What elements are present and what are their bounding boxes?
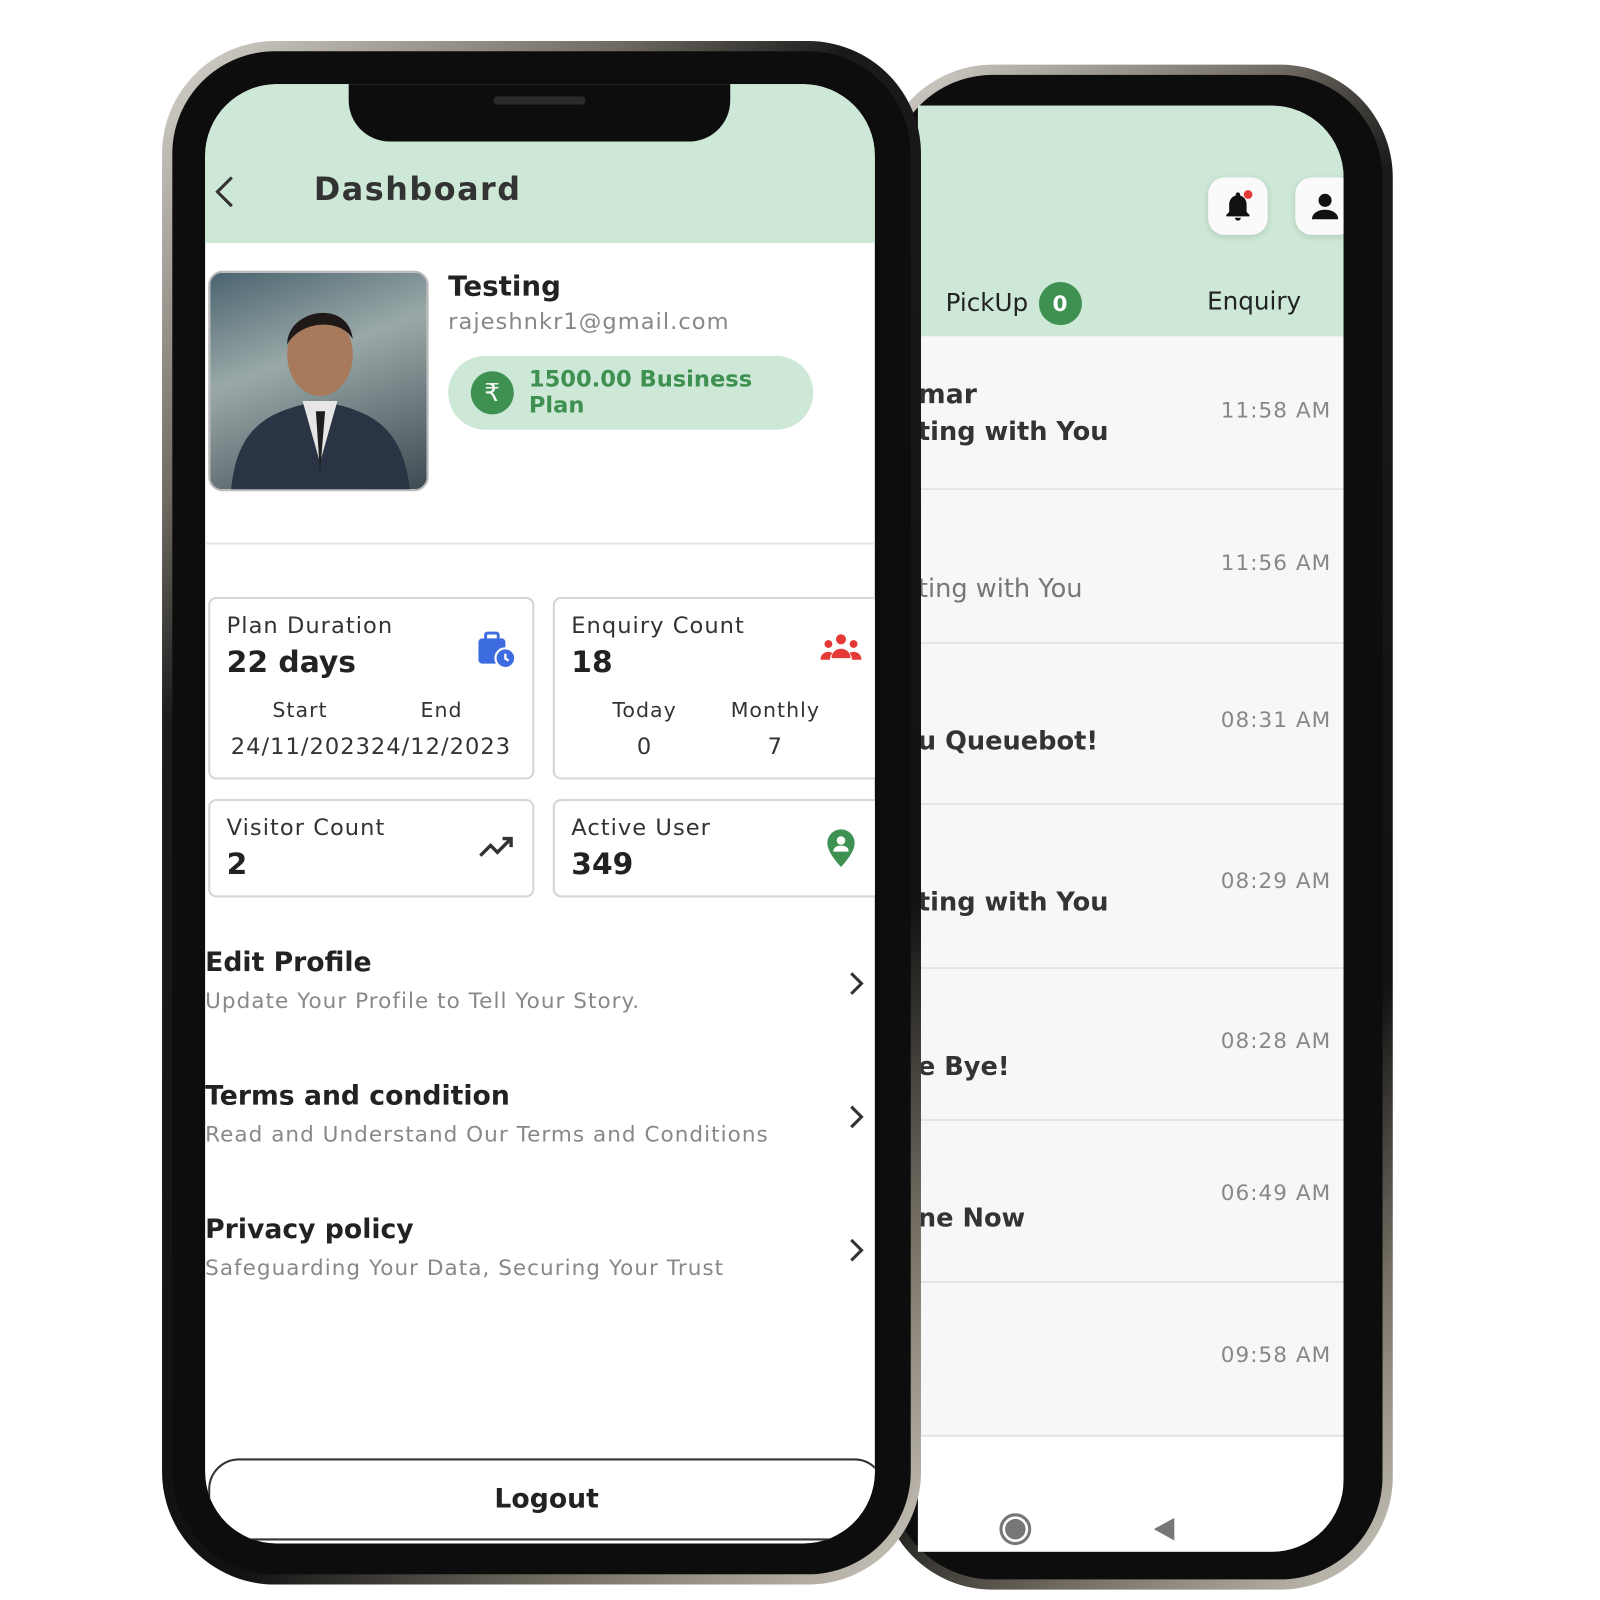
item-time: 11:58 AM bbox=[1220, 397, 1332, 423]
group-icon bbox=[820, 634, 862, 660]
item-message: u Queuebot! bbox=[917, 726, 1099, 756]
notification-button[interactable] bbox=[1208, 177, 1268, 235]
profile-photo bbox=[231, 312, 410, 490]
tab-enquiry[interactable]: Enquiry bbox=[1207, 287, 1301, 316]
plan-badge: ₹ 1500.00 Business Plan bbox=[448, 355, 814, 430]
avatar bbox=[208, 270, 429, 492]
chevron-right-icon bbox=[850, 972, 864, 995]
start-date: 24/11/2023 bbox=[230, 734, 372, 760]
back-nav-icon[interactable] bbox=[1152, 1516, 1177, 1543]
visitor-count-card: Visitor Count 2 bbox=[208, 798, 535, 898]
divider bbox=[205, 542, 875, 545]
queue-list-item[interactable]: ting with You 11:56 AM bbox=[917, 491, 1344, 645]
item-time: 08:28 AM bbox=[1220, 1028, 1332, 1054]
item-time: 06:49 AM bbox=[1220, 1180, 1332, 1206]
android-nav-bar bbox=[917, 1487, 1344, 1552]
today-value: 0 bbox=[636, 734, 653, 760]
page-title: Dashboard bbox=[313, 171, 522, 209]
card-label: Enquiry Count bbox=[571, 613, 745, 639]
queue-list-item[interactable]: mar ting with You 11:58 AM bbox=[917, 336, 1344, 491]
start-label: Start bbox=[272, 697, 328, 723]
notification-dot bbox=[1243, 190, 1253, 199]
dashboard-screen: Dashboard Testing rajeshnkr1@gmail.com ₹… bbox=[205, 84, 875, 1544]
item-message: e Bye! bbox=[917, 1051, 1010, 1081]
menu-item-title: Edit Profile bbox=[205, 947, 372, 979]
card-label: Active User bbox=[571, 815, 711, 841]
tab-enquiry-label: Enquiry bbox=[1207, 287, 1302, 316]
item-message: ne Now bbox=[917, 1203, 1026, 1233]
item-time: 08:29 AM bbox=[1220, 868, 1332, 894]
active-user-card: Active User 349 bbox=[552, 798, 875, 898]
item-time: 11:56 AM bbox=[1220, 550, 1332, 576]
menu-item[interactable]: Terms and condition Read and Understand O… bbox=[205, 1081, 875, 1184]
end-label: End bbox=[420, 697, 463, 723]
menu-item-title: Terms and condition bbox=[205, 1080, 510, 1112]
menu-item-subtitle: Safeguarding Your Data, Securing Your Tr… bbox=[205, 1255, 725, 1280]
monthly-label: Monthly bbox=[730, 697, 820, 723]
item-message: ting with You bbox=[917, 416, 1109, 447]
plan-label: 1500.00 Business Plan bbox=[528, 367, 753, 419]
queue-list-item[interactable]: u Queuebot! 08:31 AM bbox=[917, 644, 1344, 806]
item-time: 08:31 AM bbox=[1220, 707, 1332, 733]
location-person-icon bbox=[827, 829, 855, 867]
chevron-right-icon bbox=[850, 1238, 864, 1262]
notch bbox=[348, 84, 731, 142]
item-message: ting with You bbox=[917, 573, 1083, 604]
tab-pickup[interactable]: PickUp 0 bbox=[945, 282, 1082, 326]
menu-item-title: Privacy policy bbox=[205, 1214, 414, 1246]
card-label: Visitor Count bbox=[226, 815, 386, 841]
logout-label: Logout bbox=[494, 1484, 599, 1515]
menu-item[interactable]: Edit Profile Update Your Profile to Tell … bbox=[205, 948, 875, 1051]
queue-screen: PickUp 0 Enquiry mar ting with You 11:58 AM… bbox=[917, 105, 1344, 1552]
menu-item[interactable]: Privacy policy Safeguarding Your Data, Se… bbox=[205, 1214, 875, 1317]
bell-icon bbox=[1226, 190, 1253, 221]
item-message: ting with You bbox=[917, 887, 1109, 917]
card-value: 22 days bbox=[226, 644, 356, 679]
rupee-icon: ₹ bbox=[470, 371, 514, 415]
calendar-clock-icon bbox=[478, 631, 517, 670]
card-label: Plan Duration bbox=[226, 613, 394, 639]
logout-button[interactable]: Logout bbox=[208, 1458, 875, 1541]
card-value: 2 bbox=[226, 846, 248, 881]
back-arrow-icon[interactable] bbox=[213, 174, 236, 209]
card-value: 349 bbox=[571, 846, 634, 881]
end-date: 24/12/2023 bbox=[370, 734, 512, 760]
queue-list-item[interactable]: e Bye! 08:28 AM bbox=[917, 969, 1344, 1121]
trending-up-icon bbox=[479, 836, 513, 857]
person-icon bbox=[1311, 193, 1339, 220]
profile-name: Testing bbox=[448, 270, 561, 303]
plan-duration-card: Plan Duration 22 days Start End 24/11/20… bbox=[208, 596, 535, 780]
chevron-right-icon bbox=[850, 1105, 864, 1129]
item-time: 09:58 AM bbox=[1220, 1342, 1332, 1368]
queue-list-item[interactable]: ne Now 06:49 AM bbox=[917, 1120, 1344, 1284]
tab-pickup-label: PickUp bbox=[945, 288, 1029, 317]
home-nav-icon[interactable] bbox=[998, 1512, 1033, 1547]
profile-button[interactable] bbox=[1295, 177, 1344, 235]
queue-list-item[interactable]: ting with You 08:29 AM bbox=[917, 805, 1344, 970]
card-value: 18 bbox=[571, 644, 613, 679]
profile-email: rajeshnkr1@gmail.com bbox=[448, 309, 730, 336]
pickup-count-badge: 0 bbox=[1038, 282, 1082, 326]
menu-item-subtitle: Update Your Profile to Tell Your Story. bbox=[205, 988, 641, 1014]
menu-item-subtitle: Read and Understand Our Terms and Condit… bbox=[205, 1122, 769, 1147]
queue-list-item[interactable]: 09:58 AM bbox=[917, 1283, 1344, 1437]
enquiry-count-card: Enquiry Count 18 Today Monthly 0 7 bbox=[552, 596, 875, 780]
item-name: mar bbox=[917, 379, 977, 411]
monthly-value: 7 bbox=[767, 734, 784, 760]
today-label: Today bbox=[612, 697, 677, 723]
